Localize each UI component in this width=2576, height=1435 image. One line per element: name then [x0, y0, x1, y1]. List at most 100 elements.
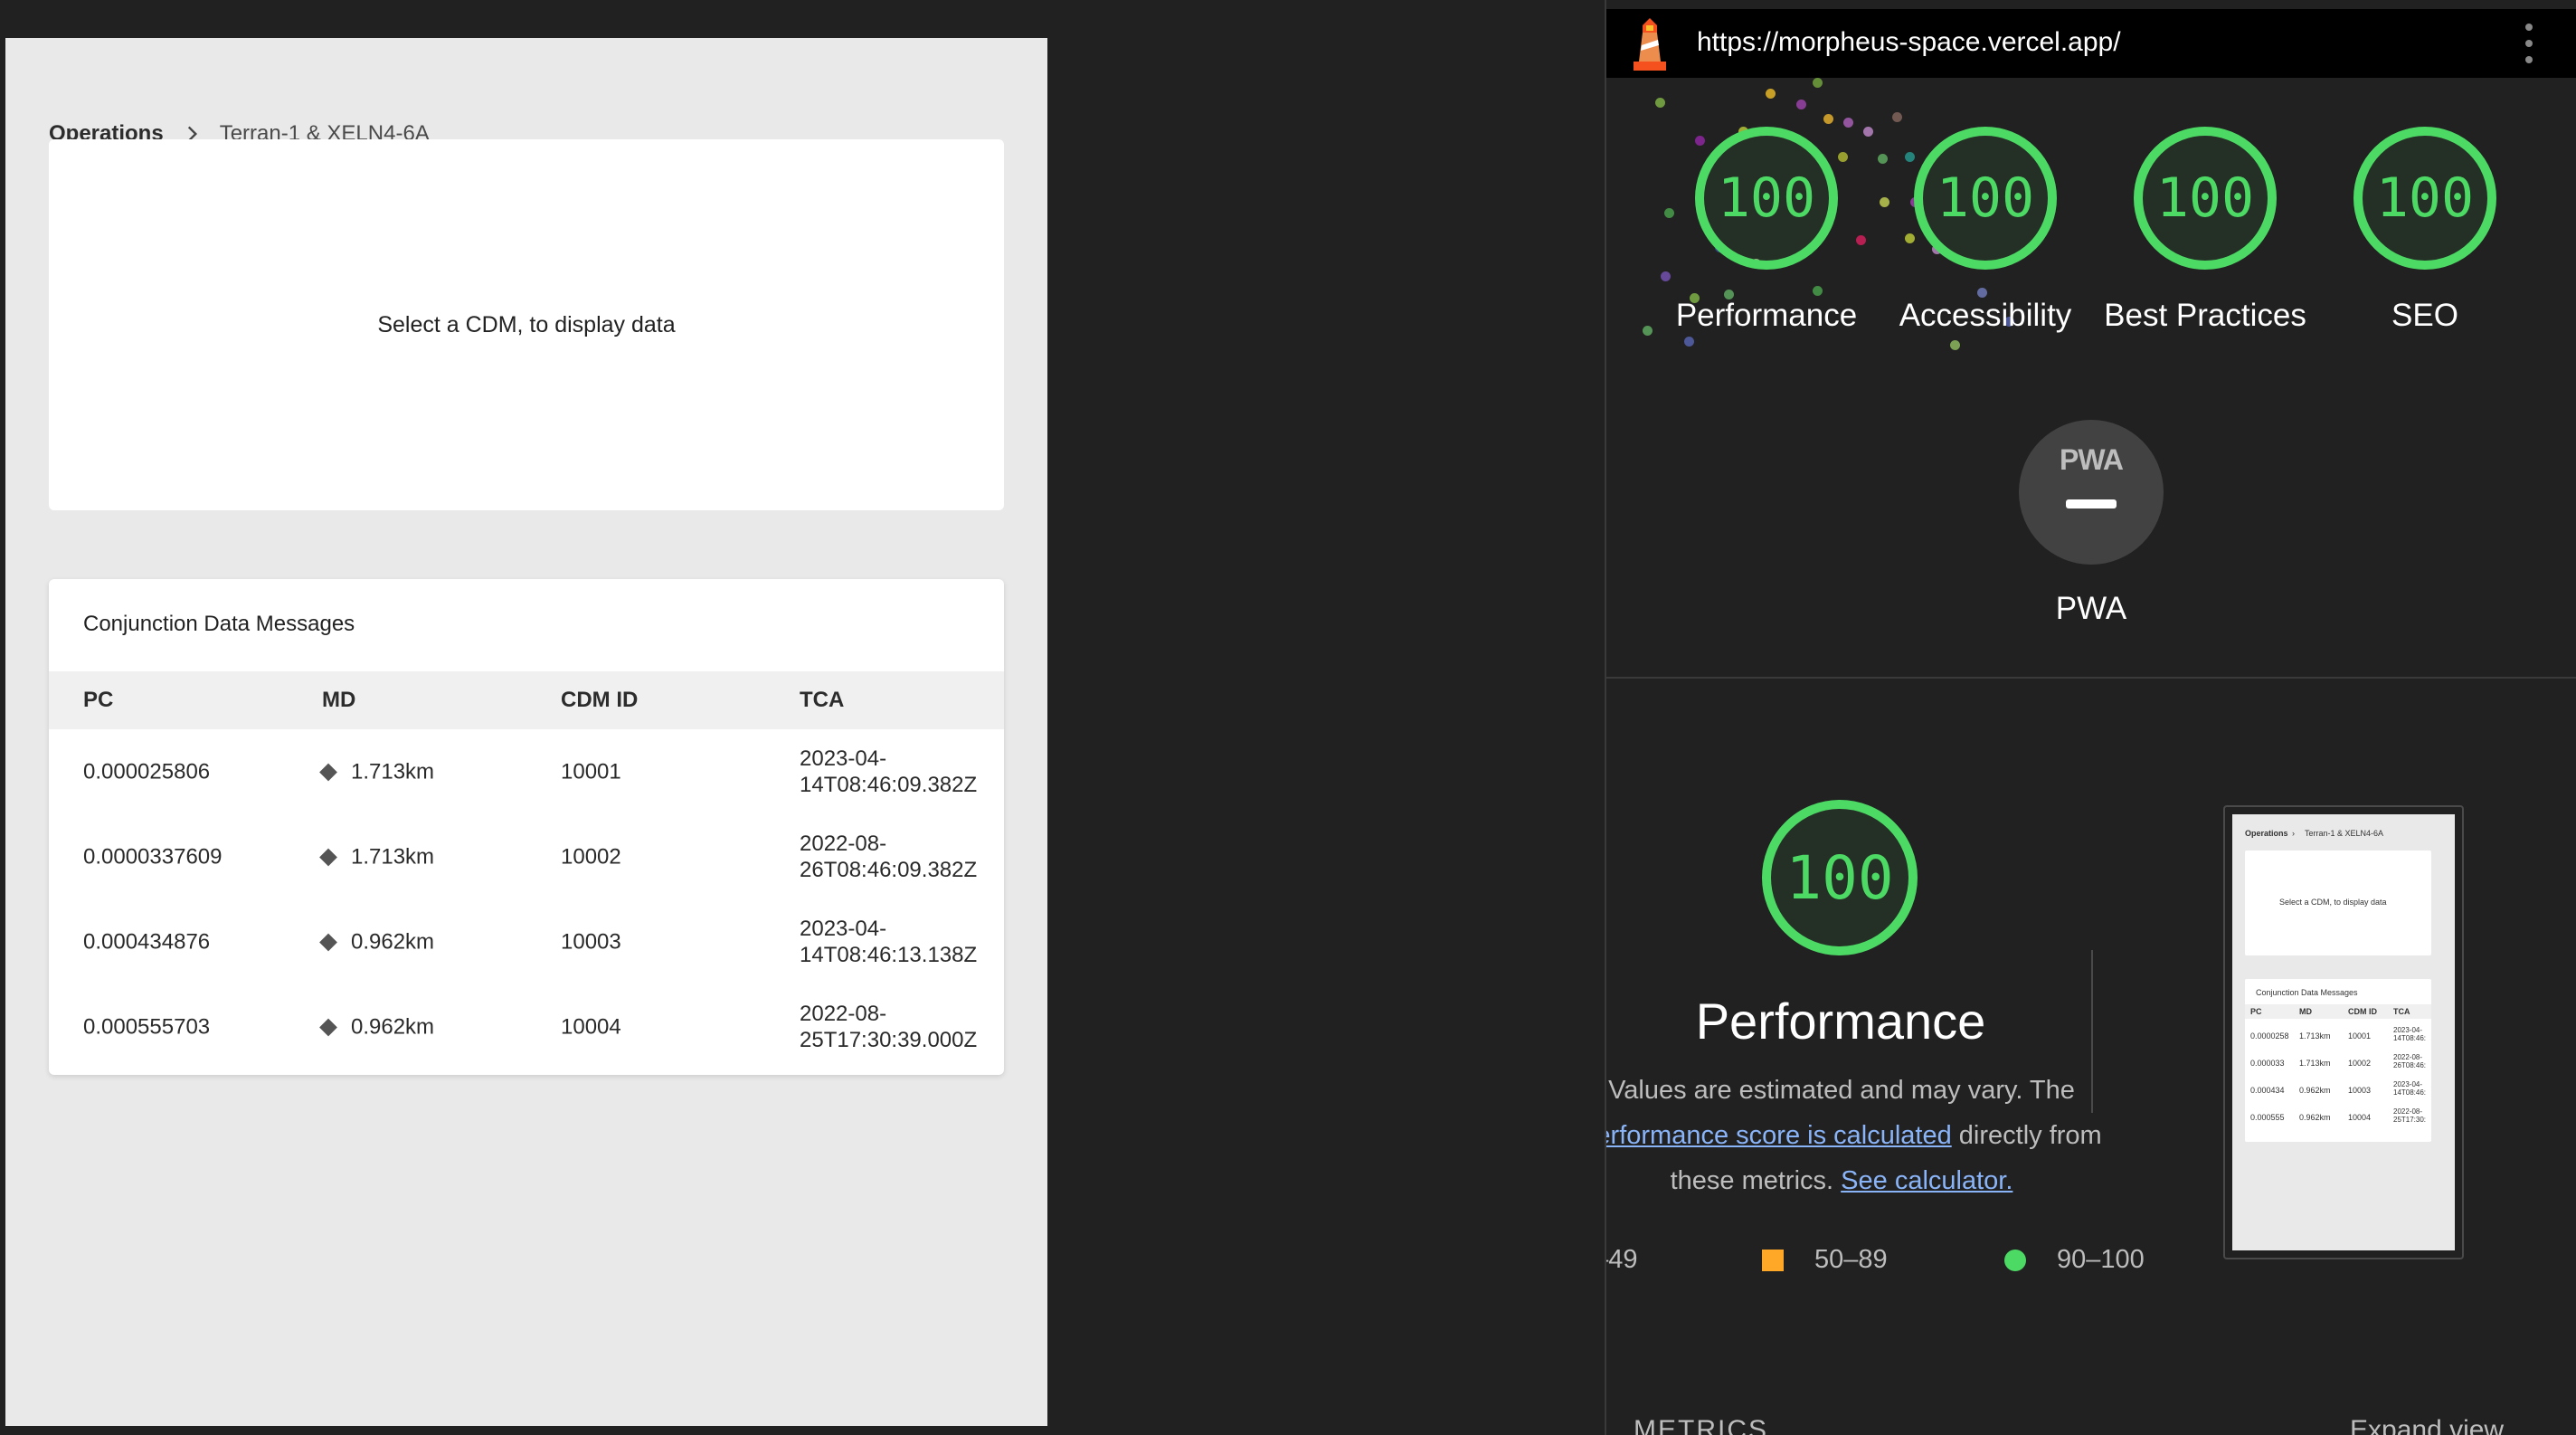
- thumb-cell: 0.0000258: [2250, 1031, 2289, 1041]
- thumb-row: 0.0000258 1.713km 10001 2023-04-14T08:46…: [2245, 1024, 2431, 1051]
- diamond-icon: [319, 933, 337, 951]
- cdm-detail-card: Select a CDM, to display data: [49, 139, 1004, 510]
- performance-title: Performance: [1695, 993, 1986, 1050]
- performance-detail-gauge: 100: [1758, 796, 1921, 959]
- table-header: PC MD CDM ID TCA: [49, 671, 1004, 729]
- gauge-score: 100: [2375, 166, 2475, 230]
- page-screenshot-thumbnail[interactable]: Operations › Terran-1 & XELN4-6A Select …: [2223, 805, 2464, 1259]
- thumb-header: PC: [2250, 1007, 2262, 1016]
- table-row[interactable]: 0.0000337609 1.713km 10002 2022-08-26T08…: [49, 814, 1004, 899]
- gauge-label: Accessibility: [1899, 298, 2072, 333]
- legend-fail-range: 0–49: [1606, 1245, 1638, 1274]
- diamond-icon: [319, 763, 337, 781]
- thumb-row: 0.000033 1.713km 10002 2022-08-26T08:46:: [2245, 1051, 2431, 1079]
- gauge-label: SEO: [2391, 298, 2458, 333]
- seo-score-gauge[interactable]: 100: [2350, 123, 2500, 273]
- gauge-score: 100: [1785, 842, 1894, 913]
- accessibility-score-gauge[interactable]: 100: [1910, 123, 2060, 273]
- table-row[interactable]: 0.000025806 1.713km 10001 2023-04-14T08:…: [49, 729, 1004, 814]
- md-value: 1.713km: [351, 759, 435, 784]
- thumb-table-title: Conjunction Data Messages: [2256, 988, 2358, 997]
- thumb-cell: 0.000033: [2250, 1059, 2285, 1068]
- legend-average: 50–89: [1762, 1245, 1888, 1275]
- thumb-cell: 10001: [2348, 1031, 2372, 1041]
- thumb-cell: 2023-04-14T08:46:: [2393, 1080, 2427, 1097]
- cell-cdm-id: 10002: [561, 844, 621, 870]
- column-header-tca[interactable]: TCA: [800, 688, 844, 713]
- pwa-badge[interactable]: PWA: [2019, 420, 2164, 565]
- table-row[interactable]: 0.000434876 0.962km 10003 2023-04-14T08:…: [49, 899, 1004, 984]
- thumbnail-page: Operations › Terran-1 & XELN4-6A Select …: [2232, 814, 2455, 1250]
- column-header-md[interactable]: MD: [322, 688, 355, 713]
- thumb-cell: 1.713km: [2299, 1059, 2331, 1068]
- cell-pc: 0.000025806: [83, 759, 211, 784]
- pwa-dash: [2066, 499, 2117, 508]
- gauge-score: 100: [1717, 166, 1816, 230]
- thumb-cell: 1.713km: [2299, 1031, 2331, 1041]
- thumb-cell: 2022-08-25T17:30:: [2393, 1107, 2427, 1124]
- thumb-row: 0.000555 0.962km 10004 2022-08-25T17:30:: [2245, 1106, 2431, 1133]
- cdm-table-card: Conjunction Data Messages PC MD CDM ID T…: [49, 579, 1004, 1075]
- diamond-icon: [319, 848, 337, 866]
- thumb-table-card: Conjunction Data Messages PC MD CDM ID T…: [2245, 979, 2431, 1142]
- cell-md: 0.962km: [319, 1014, 435, 1041]
- thumb-table-header: PC MD CDM ID TCA: [2245, 1004, 2431, 1019]
- legend-average-range: 50–89: [1814, 1245, 1888, 1274]
- thumb-row: 0.000434 0.962km 10003 2023-04-14T08:46:: [2245, 1079, 2431, 1106]
- gauge-label: Performance: [1675, 298, 1858, 333]
- thumb-cell: 0.962km: [2299, 1113, 2331, 1122]
- table-row[interactable]: 0.000555703 0.962km 10004 2022-08-25T17:…: [49, 984, 1004, 1069]
- performance-description: Values are estimated and may vary. The p…: [1606, 1068, 2113, 1203]
- cell-pc: 0.000555703: [83, 1014, 211, 1040]
- thumb-cell: 10004: [2348, 1113, 2372, 1122]
- cell-tca: 2023-04-14T08:46:13.138Z: [800, 917, 978, 967]
- score-calculated-link[interactable]: performance score is calculated: [1606, 1121, 1952, 1150]
- cdm-detail-placeholder: Select a CDM, to display data: [377, 311, 676, 337]
- desc-text: Values are estimated and may vary. The: [1608, 1076, 2075, 1105]
- cell-tca: 2023-04-14T08:46:09.382Z: [800, 746, 978, 797]
- cdm-table-title: Conjunction Data Messages: [83, 612, 355, 636]
- thumb-detail-card: Select a CDM, to display data: [2245, 851, 2431, 955]
- performance-score-gauge[interactable]: 100: [1691, 123, 1842, 273]
- pwa-icon: PWA: [2060, 443, 2124, 476]
- cell-pc: 0.000434876: [83, 929, 211, 955]
- report-url[interactable]: https://morpheus-space.vercel.app/: [1697, 27, 2121, 58]
- cell-cdm-id: 10003: [561, 929, 621, 955]
- cell-cdm-id: 10004: [561, 1014, 621, 1040]
- thumb-cell: 2023-04-14T08:46:: [2393, 1026, 2427, 1042]
- lighthouse-logo-icon: [1634, 18, 1666, 71]
- thumb-cell: 2022-08-26T08:46:: [2393, 1053, 2427, 1069]
- see-calculator-link[interactable]: See calculator.: [1841, 1166, 2012, 1195]
- legend-pass-range: 90–100: [2057, 1245, 2145, 1274]
- md-value: 1.713km: [351, 844, 435, 870]
- gauge-label: Best Practices: [2104, 298, 2306, 333]
- thumb-header: MD: [2299, 1007, 2312, 1016]
- thumb-header: CDM ID: [2348, 1007, 2377, 1016]
- legend-pass: 90–100: [2004, 1245, 2145, 1275]
- cell-pc: 0.0000337609: [83, 844, 223, 870]
- thumb-cell: 10003: [2348, 1086, 2372, 1095]
- app-window: Operations Terran-1 & XELN4-6A Select a …: [5, 38, 1047, 1426]
- md-value: 0.962km: [351, 1014, 435, 1040]
- thumb-header: TCA: [2393, 1007, 2410, 1016]
- legend-fail: 0–49: [1606, 1245, 1638, 1275]
- lighthouse-report: https://morpheus-space.vercel.app/ 100 P…: [1605, 0, 2576, 1435]
- thumb-cell: 10002: [2348, 1059, 2372, 1068]
- thumb-cell: 0.000555: [2250, 1113, 2285, 1122]
- thumb-placeholder: Select a CDM, to display data: [2279, 898, 2387, 907]
- thumb-cell: 0.000434: [2250, 1086, 2285, 1095]
- gauge-score: 100: [1936, 166, 2035, 230]
- thumb-breadcrumb-root: Operations: [2245, 829, 2288, 838]
- expand-view-toggle[interactable]: Expand view: [2350, 1415, 2504, 1435]
- circle-icon: [2004, 1249, 2026, 1271]
- lighthouse-topbar: https://morpheus-space.vercel.app/: [1606, 9, 2576, 78]
- column-header-pc[interactable]: PC: [83, 688, 113, 713]
- best-practices-score-gauge[interactable]: 100: [2130, 123, 2280, 273]
- cell-cdm-id: 10001: [561, 759, 621, 784]
- thumb-breadcrumb-current: Terran-1 & XELN4-6A: [2305, 829, 2384, 838]
- cell-md: 0.962km: [319, 929, 434, 955]
- column-header-cdm-id[interactable]: CDM ID: [561, 688, 638, 713]
- square-icon: [1762, 1249, 1784, 1271]
- thumb-cell: 0.962km: [2299, 1086, 2331, 1095]
- more-vertical-icon[interactable]: [2524, 24, 2534, 63]
